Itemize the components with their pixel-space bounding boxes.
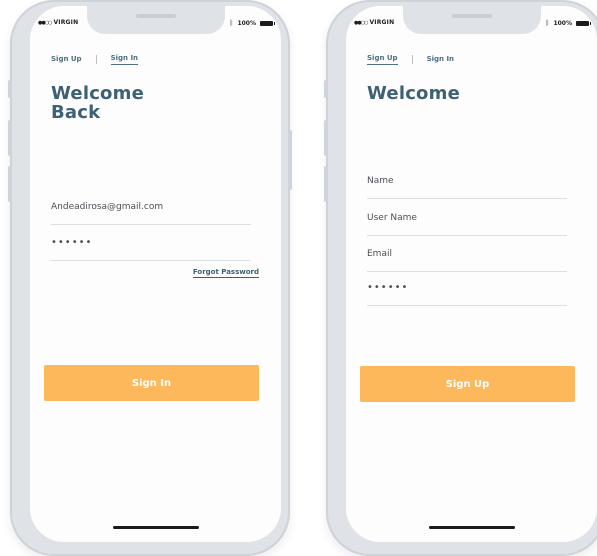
- auth-tabs: Sign Up Sign In: [51, 54, 139, 65]
- mute-switch: [8, 80, 12, 98]
- username-input[interactable]: [367, 213, 567, 235]
- password-field: [51, 230, 251, 261]
- volume-down-button: [8, 166, 12, 202]
- volume-up-button: [324, 120, 328, 156]
- tab-sign-in[interactable]: Sign In: [110, 54, 139, 65]
- email-field: [51, 194, 251, 225]
- bluetooth-icon: ᛒ: [545, 19, 550, 27]
- signin-screen: ●●○○ VIRGIN ᛒ 100% Sign Up Sign In Welco…: [30, 6, 281, 542]
- status-bar: ●●○○ VIRGIN ᛒ 100%: [354, 19, 591, 29]
- tab-sign-up[interactable]: Sign Up: [367, 54, 398, 65]
- home-indicator: [428, 526, 515, 529]
- name-field: [367, 168, 567, 199]
- auth-tabs: Sign Up Sign In: [367, 54, 454, 65]
- bluetooth-icon: ᛒ: [229, 19, 234, 27]
- status-right: ᛒ 100%: [545, 19, 591, 27]
- home-indicator: [112, 526, 199, 529]
- volume-down-button: [324, 166, 328, 202]
- battery-icon: [260, 20, 275, 26]
- carrier-name: VIRGIN: [53, 19, 79, 26]
- username-field: [367, 205, 567, 236]
- battery-icon: [576, 20, 591, 26]
- tab-sign-up[interactable]: Sign Up: [51, 55, 82, 65]
- tab-sign-in[interactable]: Sign In: [427, 55, 454, 65]
- password-field: [367, 275, 567, 306]
- mute-switch: [324, 80, 328, 98]
- email-input[interactable]: [367, 249, 567, 271]
- page-title: Welcome: [367, 83, 460, 104]
- carrier-name: VIRGIN: [369, 19, 395, 26]
- battery-percent: 100%: [237, 19, 256, 27]
- signal-icon: ●●○○: [38, 19, 52, 26]
- email-field: [367, 241, 567, 272]
- email-input[interactable]: [51, 202, 251, 224]
- tab-divider: [95, 55, 97, 64]
- phone-mockup-signup: ●●○○ VIRGIN ᛒ 100% Sign Up Sign In Welco…: [324, 0, 597, 556]
- sign-up-button[interactable]: Sign Up: [360, 366, 575, 402]
- carrier-info: ●●○○ VIRGIN: [354, 19, 394, 26]
- password-input[interactable]: [51, 237, 251, 260]
- power-button: [288, 130, 292, 190]
- carrier-info: ●●○○ VIRGIN: [38, 19, 78, 26]
- title-line-1: Welcome: [51, 83, 144, 104]
- battery-percent: 100%: [553, 19, 572, 27]
- tab-divider: [411, 55, 413, 64]
- title-line-2: Back: [51, 102, 101, 123]
- speaker: [135, 14, 176, 18]
- phone-mockup-signin: ●●○○ VIRGIN ᛒ 100% Sign Up Sign In Welco…: [8, 0, 292, 556]
- signal-icon: ●●○○: [354, 19, 368, 26]
- sign-in-button[interactable]: Sign In: [44, 365, 259, 401]
- name-input[interactable]: [367, 176, 567, 198]
- signup-screen: ●●○○ VIRGIN ᛒ 100% Sign Up Sign In Welco…: [346, 6, 597, 542]
- volume-up-button: [8, 120, 12, 156]
- status-right: ᛒ 100%: [229, 19, 275, 27]
- page-title: Welcome Back: [51, 84, 251, 122]
- status-bar: ●●○○ VIRGIN ᛒ 100%: [38, 19, 275, 29]
- forgot-password-link[interactable]: Forgot Password: [192, 268, 259, 278]
- password-input[interactable]: [367, 282, 567, 305]
- speaker: [451, 14, 492, 18]
